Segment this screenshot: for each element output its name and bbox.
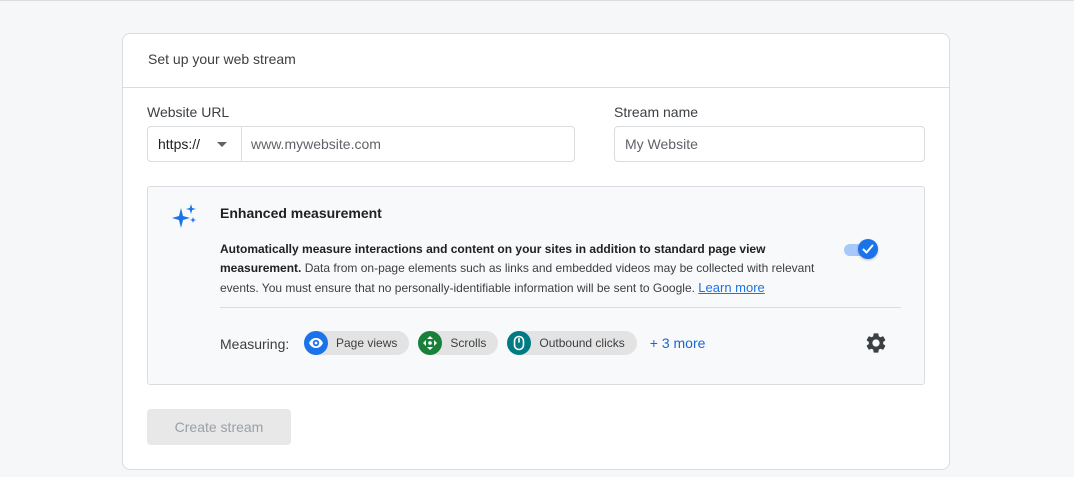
measuring-label: Measuring: xyxy=(220,336,290,352)
eye-icon xyxy=(304,331,328,355)
website-url-field: https:// xyxy=(147,126,575,162)
stream-name-field xyxy=(614,126,925,162)
more-measurements-link[interactable]: + 3 more xyxy=(650,335,706,351)
web-stream-setup-card: Set up your web stream Website URL https… xyxy=(122,33,950,470)
gear-icon[interactable] xyxy=(864,331,888,355)
chip-page-views[interactable]: Page views xyxy=(304,331,410,355)
checkmark-icon xyxy=(862,244,874,254)
website-url-label: Website URL xyxy=(147,104,230,120)
dropdown-arrow-icon xyxy=(217,142,227,147)
chip-label: Scrolls xyxy=(450,336,487,350)
card-title: Set up your web stream xyxy=(123,34,949,88)
enhanced-measurement-panel: Enhanced measurement Automatically measu… xyxy=(147,186,925,385)
chip-label: Outbound clicks xyxy=(539,336,625,350)
mouse-icon xyxy=(507,331,532,355)
panel-divider xyxy=(220,307,901,308)
enhanced-measurement-title: Enhanced measurement xyxy=(220,205,382,221)
enhanced-measurement-description: Automatically measure interactions and c… xyxy=(220,240,845,298)
chip-scrolls[interactable]: Scrolls xyxy=(418,331,499,355)
chip-label: Page views xyxy=(336,336,398,350)
chip-outbound-clicks[interactable]: Outbound clicks xyxy=(507,331,637,355)
protocol-value: https:// xyxy=(158,136,201,152)
stream-name-input[interactable] xyxy=(615,127,924,161)
top-divider xyxy=(0,0,1074,1)
website-url-input[interactable] xyxy=(242,127,574,161)
protocol-select[interactable]: https:// xyxy=(148,127,242,161)
learn-more-link[interactable]: Learn more xyxy=(698,280,764,295)
create-stream-button[interactable]: Create stream xyxy=(147,409,291,445)
stream-name-label: Stream name xyxy=(614,104,699,120)
toggle-knob xyxy=(858,239,878,259)
sparkle-icon xyxy=(172,204,196,228)
measurement-chips: Page views Scrolls Outbound clicks + 3 m… xyxy=(304,331,705,355)
enhanced-measurement-toggle[interactable] xyxy=(844,239,882,261)
scroll-arrows-icon xyxy=(418,331,443,355)
